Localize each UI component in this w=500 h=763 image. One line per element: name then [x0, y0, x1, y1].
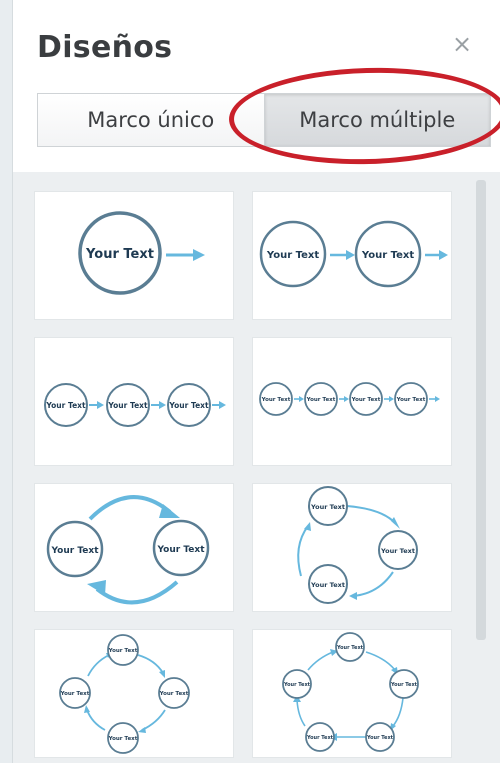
layout-text: Your Text — [283, 682, 311, 688]
tab-multiple-frame[interactable]: Marco múltiple — [263, 93, 491, 147]
layout-text: Your Text — [108, 648, 138, 654]
arrow-icon — [435, 396, 440, 402]
layout-preview-graphic: Your Text Your Text Your Text Your Text — [259, 382, 440, 416]
layout-text: Your Text — [156, 545, 205, 555]
background-edge — [0, 0, 13, 763]
panel-title: Diseños — [37, 30, 173, 65]
arrow-icon — [296, 699, 306, 727]
layout-thumb-three-cycle[interactable]: Your Text Your Text Your Text — [253, 484, 451, 611]
layout-text: Your Text — [50, 546, 99, 556]
layout-text: Your Text — [107, 401, 148, 410]
layout-text: Your Text — [310, 581, 345, 589]
arrow-icon — [159, 670, 165, 678]
layout-preview-graphic: Your Text Your Text Your Text Your Text — [59, 634, 190, 754]
layout-text: Your Text — [168, 401, 209, 410]
layout-thumb-single[interactable]: Your Text — [35, 192, 233, 319]
layout-text: Your Text — [380, 547, 415, 555]
layout-text: Your Text — [306, 735, 334, 741]
layout-text: Your Text — [366, 735, 394, 741]
close-icon[interactable]: × — [449, 31, 475, 57]
arrow-icon — [392, 697, 404, 727]
arrow-icon — [365, 651, 396, 671]
layout-text: Your Text — [266, 250, 319, 261]
arrow-icon — [87, 654, 110, 677]
arrow-icon — [193, 249, 205, 261]
arrow-icon — [346, 250, 355, 260]
layout-thumb-three-row[interactable]: Your Text Your Text Your Text — [35, 338, 233, 465]
arrow-icon — [86, 709, 106, 731]
arrow-icon — [299, 396, 304, 402]
tab-single-frame[interactable]: Marco único — [37, 93, 264, 147]
layout-text: Your Text — [390, 682, 418, 688]
arrow-icon — [141, 709, 166, 731]
layout-text: Your Text — [45, 401, 86, 410]
arrow-icon — [349, 592, 357, 600]
layout-preview-graphic: Your Text Your Text Your Text Your Text … — [282, 632, 419, 752]
layout-text: Your Text — [85, 247, 154, 262]
layout-text: Your Text — [396, 397, 426, 403]
layout-text: Your Text — [336, 645, 364, 651]
layout-text: Your Text — [351, 397, 381, 403]
layout-thumb-four-cycle[interactable]: Your Text Your Text Your Text Your Text — [35, 630, 233, 757]
layout-preview-graphic: Your Text Your Text Your Text — [297, 486, 418, 604]
arrow-icon — [389, 396, 394, 402]
arrow-icon — [95, 580, 179, 605]
layout-preview-graphic: Your Text Your Text — [259, 220, 448, 288]
arrow-icon — [87, 580, 106, 595]
arrow-icon — [137, 654, 164, 674]
arrow-icon — [138, 727, 146, 733]
layout-text: Your Text — [108, 736, 138, 742]
arrow-icon — [344, 396, 349, 402]
layout-text: Your Text — [60, 691, 90, 697]
arrow-icon — [88, 495, 172, 521]
layout-text: Your Text — [310, 503, 345, 511]
layout-thumb-four-row[interactable]: Your Text Your Text Your Text Your Text — [253, 338, 451, 465]
arrow-icon — [297, 525, 309, 577]
layout-preview-graphic: Your Text Your Text — [46, 495, 210, 605]
layout-text: Your Text — [159, 691, 189, 697]
layout-text: Your Text — [261, 397, 291, 403]
layout-thumb-two-row[interactable]: Your Text Your Text — [253, 192, 451, 319]
arrow-icon — [346, 505, 397, 525]
arrow-icon — [97, 401, 104, 409]
arrow-icon — [391, 517, 400, 529]
gallery-scrollbar[interactable] — [476, 180, 486, 640]
layout-text: Your Text — [306, 397, 336, 403]
frame-mode-tabs: Marco único Marco múltiple — [37, 93, 491, 147]
layout-preview-graphic: Your Text Your Text Your Text — [44, 383, 226, 427]
arrow-icon — [352, 571, 394, 597]
layout-preview-graphic: Your Text — [78, 211, 205, 295]
layout-thumb-five-cycle[interactable]: Your Text Your Text Your Text Your Text … — [253, 630, 451, 757]
arrow-icon — [307, 651, 334, 671]
arrow-icon — [219, 401, 226, 409]
arrow-icon — [439, 250, 448, 260]
layout-thumb-two-cycle[interactable]: Your Text Your Text — [35, 484, 233, 611]
arrow-icon — [84, 705, 90, 713]
layout-text: Your Text — [361, 250, 414, 261]
layout-gallery: Your Text Your Text Your Text Your Text … — [13, 172, 500, 763]
arrow-icon — [159, 401, 166, 409]
